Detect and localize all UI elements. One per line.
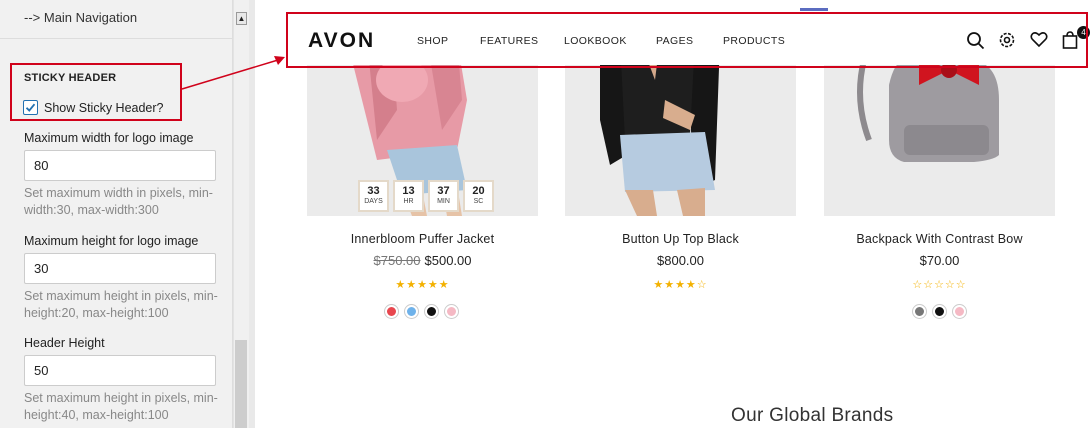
price: $800.00 [657, 253, 704, 268]
sticky-header-preview-highlight [286, 12, 1088, 68]
color-swatches [385, 305, 458, 318]
logo-max-width-help: Set maximum width in pixels, min-width:3… [24, 186, 213, 217]
countdown-hours: 13 HR [393, 180, 424, 212]
logo-max-width-input[interactable]: 80 [24, 150, 216, 181]
brands-heading: Our Global Brands [731, 405, 894, 426]
product-price: $750.00 $500.00 [307, 253, 538, 268]
scrollbar-thumb[interactable] [235, 340, 247, 428]
rating-stars: ★★★★☆ [653, 279, 708, 291]
old-price: $750.00 [373, 253, 421, 268]
countdown-seconds: 20 SC [463, 180, 494, 212]
swatch-pink[interactable] [445, 305, 458, 318]
rating-stars: ★★★★★ [395, 279, 450, 291]
product-price: $800.00 [565, 253, 796, 268]
countdown-days: 33 DAYS [358, 180, 389, 212]
swatch-black[interactable] [425, 305, 438, 318]
product-name[interactable]: Button Up Top Black [565, 232, 796, 246]
price: $70.00 [919, 253, 960, 268]
countdown-timer: 33 DAYS 13 HR 37 MIN 20 SC [358, 180, 494, 212]
swatch-pink[interactable] [953, 305, 966, 318]
logo-max-height-help: Set maximum height in pixels, min-height… [24, 289, 218, 320]
logo-max-width-label: Maximum width for logo image [24, 131, 194, 145]
product-name[interactable]: Backpack With Contrast Bow [824, 232, 1055, 246]
header-height-label: Header Height [24, 336, 105, 350]
swatch-blue[interactable] [405, 305, 418, 318]
swatch-red[interactable] [385, 305, 398, 318]
swatch-gray[interactable] [913, 305, 926, 318]
product-name[interactable]: Innerbloom Puffer Jacket [307, 232, 538, 246]
countdown-minutes: 37 MIN [428, 180, 459, 212]
swatch-black[interactable] [933, 305, 946, 318]
header-height-help: Set maximum height in pixels, min-height… [24, 391, 218, 422]
logo-max-height-label: Maximum height for logo image [24, 234, 199, 248]
logo-max-height-input[interactable]: 30 [24, 253, 216, 284]
preview-top-indicator [800, 8, 828, 11]
product-price: $70.00 [824, 253, 1055, 268]
rating-stars: ☆☆☆☆☆ [912, 279, 967, 291]
annotation-arrow-icon [181, 56, 285, 90]
color-swatches [913, 305, 966, 318]
header-height-input[interactable]: 50 [24, 355, 216, 386]
sale-price: $500.00 [424, 253, 472, 268]
